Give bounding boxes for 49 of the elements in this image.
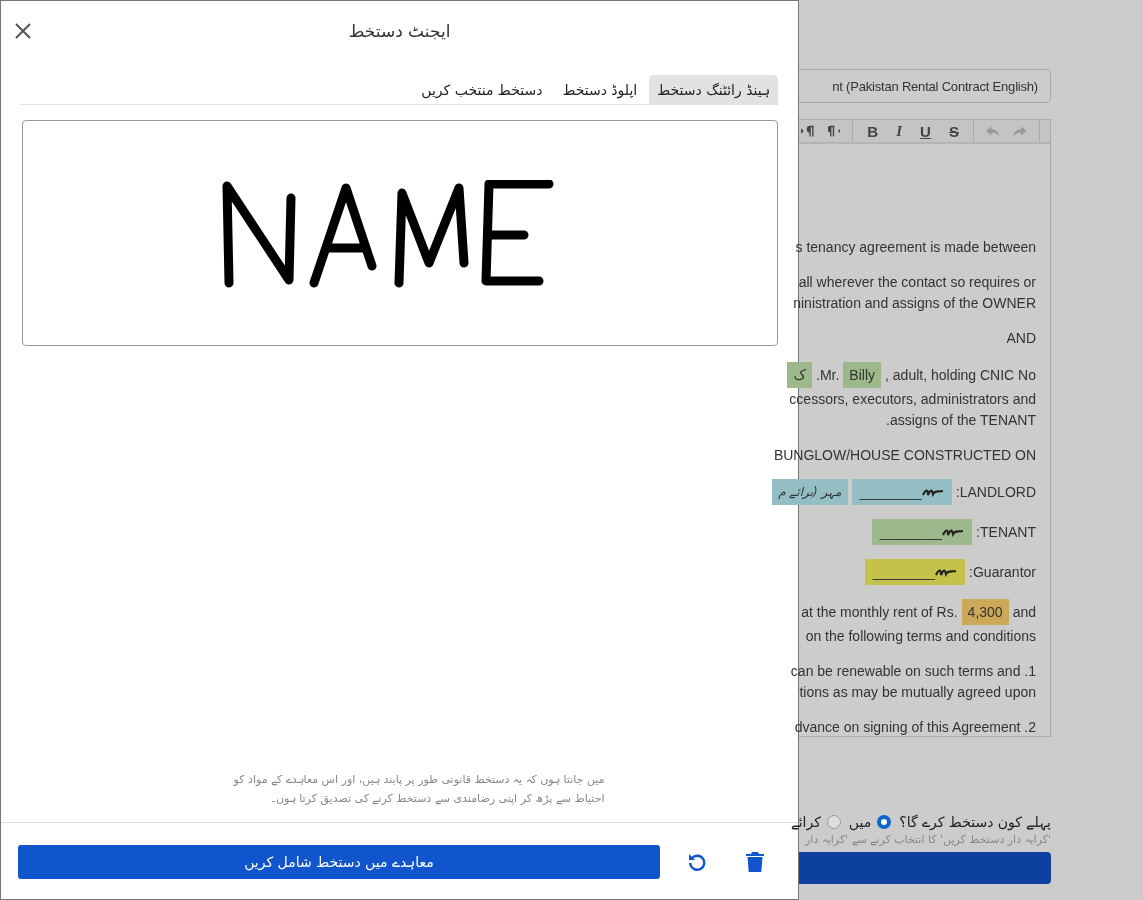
document-text: :LANDLORD [955, 484, 1036, 500]
signature-tab[interactable]: دستخط منتخب کریں [413, 75, 551, 104]
close-icon[interactable] [15, 23, 31, 39]
signature-squiggle-icon [921, 487, 944, 497]
document-text: all wherever the contact so requires or [798, 273, 1036, 290]
signature-tab[interactable]: اپلوڈ دستخط [554, 75, 646, 104]
filled-field[interactable]: 4,300 [961, 599, 1009, 625]
signature-tab[interactable]: ہینڈ رائٹنگ دستخط [649, 75, 778, 104]
signature-field[interactable]: ________ [851, 479, 952, 505]
radio-button[interactable] [826, 815, 841, 829]
add-signature-button[interactable]: معاہدے میں دستخط شامل کریں [18, 845, 660, 879]
strike-button[interactable]: S [944, 122, 963, 140]
bold-button[interactable]: B [863, 122, 883, 140]
italic-button[interactable]: I [892, 122, 907, 140]
filled-field[interactable]: Billy [843, 362, 882, 388]
document-text: .Mr. [816, 367, 840, 383]
ltr-direction-icon[interactable] [801, 125, 814, 137]
document-text: .assigns of the TENANT [886, 411, 1036, 428]
document-text: can be renewable on such terms and .1 [790, 662, 1036, 679]
radio-label: کرائے [790, 814, 821, 830]
underline-button[interactable]: U [916, 122, 935, 140]
radio-label: میں [848, 814, 872, 830]
signature-field[interactable]: ________ [864, 559, 966, 585]
document-text: on the following terms and conditions [805, 627, 1036, 644]
question-label: پہلے کون دستخط کرے گا؟ [899, 814, 1051, 830]
document-text: :TENANT [976, 524, 1036, 540]
document-text: :Guarantor [969, 564, 1036, 580]
document-text: , adult, holding CNIC No [885, 367, 1036, 383]
document-text: ninistration and assigns of the OWNER [793, 294, 1036, 311]
consent-text: میں جانتا ہوں کہ یہ دستخط قانونی طور پر پابند ہیں، اور اس معاہدے کے مواد کو احتیاط سے پڑھ کر اپنی رضامندی سے دستخط کرنے کی تصدیق کرتا ہوں۔ [232, 772, 605, 807]
rtl-direction-icon[interactable] [827, 125, 841, 137]
document-text: and [1012, 604, 1036, 620]
signature-pad[interactable] [22, 120, 778, 346]
document-text: dvance on signing of this Agreement .2 [794, 718, 1036, 735]
document-title-field[interactable]: nt (Pakistan Rental Contract English) [799, 69, 1051, 103]
document-text: at the monthly rent of Rs. [801, 604, 958, 620]
document-text: tions as may be mutually agreed upon [799, 683, 1036, 700]
signature-squiggle-icon [942, 527, 965, 537]
document-text: AND [1006, 329, 1036, 346]
signature-field[interactable]: ________ [871, 519, 973, 545]
dialog-title: ایجنٹ دستخط [348, 21, 451, 41]
stamp-field[interactable]: مہر (برائے م [772, 479, 848, 505]
signature-squiggle-icon [935, 567, 958, 577]
document-text: s tenancy agreement is made between [795, 238, 1036, 255]
filled-field[interactable]: ک [787, 362, 812, 388]
document-text: ccessors, executors, administrators and [789, 390, 1036, 407]
radio-button[interactable] [877, 815, 892, 829]
hint-text: 'کرایہ دار دستخط کریں' کا انتخاب کرنے سے 'کرایہ دار [803, 833, 1051, 846]
document-text: BUNGLOW/HOUSE CONSTRUCTED ON [773, 446, 1036, 463]
